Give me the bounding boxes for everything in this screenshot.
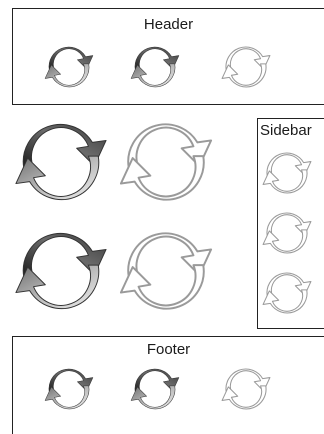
refresh-gradient-icon[interactable]	[43, 363, 95, 415]
refresh-outline-icon[interactable]	[261, 207, 313, 259]
refresh-outline-icon[interactable]	[117, 113, 215, 211]
refresh-gradient-icon[interactable]	[129, 41, 181, 93]
header-panel: Header	[12, 8, 324, 105]
refresh-outline-icon[interactable]	[261, 267, 313, 319]
refresh-gradient-icon[interactable]	[12, 222, 110, 320]
refresh-outline-icon[interactable]	[261, 147, 313, 199]
footer-title: Footer	[146, 341, 191, 358]
header-title: Header	[143, 16, 194, 33]
refresh-outline-icon[interactable]	[220, 41, 272, 93]
footer-panel: Footer	[12, 336, 324, 434]
refresh-gradient-icon[interactable]	[12, 113, 110, 211]
refresh-outline-icon[interactable]	[117, 222, 215, 320]
sidebar-panel: Sidebar	[257, 118, 324, 329]
sidebar-title: Sidebar	[260, 122, 312, 139]
refresh-gradient-icon[interactable]	[129, 363, 181, 415]
refresh-gradient-icon[interactable]	[43, 41, 95, 93]
refresh-outline-icon[interactable]	[220, 363, 272, 415]
